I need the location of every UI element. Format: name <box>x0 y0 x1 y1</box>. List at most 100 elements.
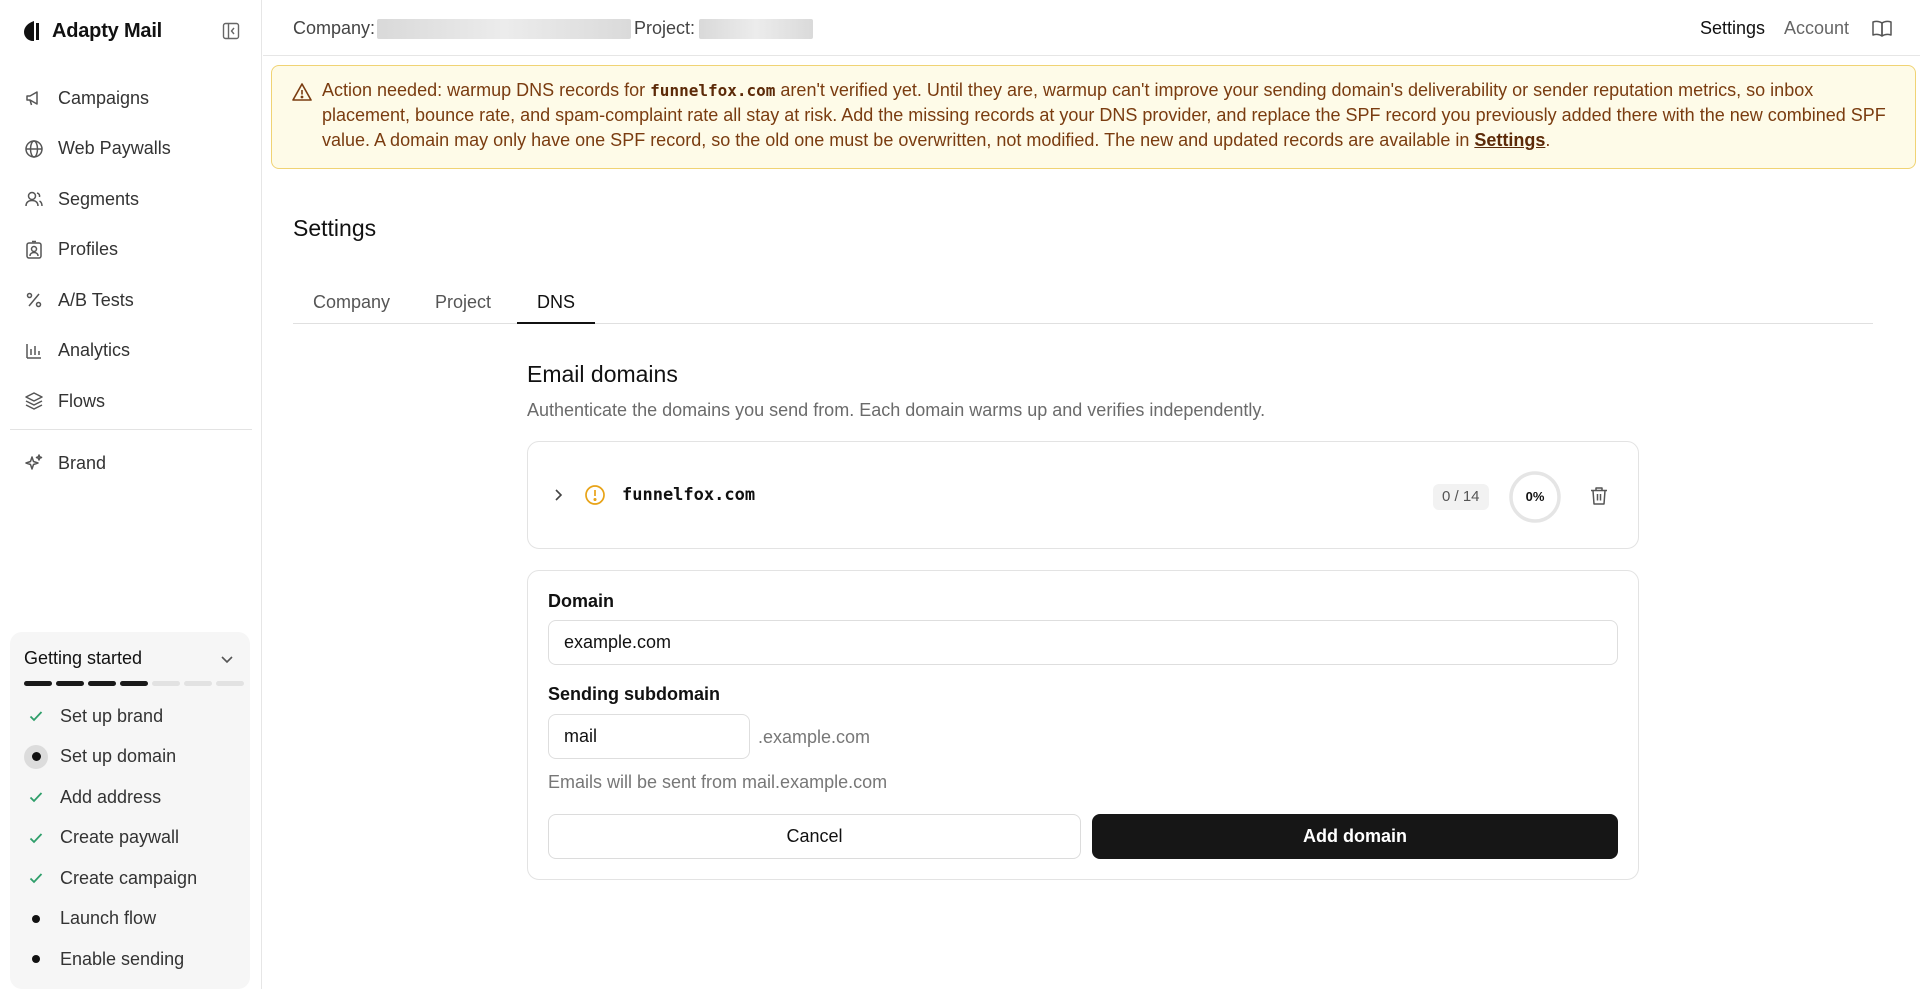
step-label: Add address <box>60 786 162 807</box>
sparkles-icon <box>25 454 43 470</box>
check-icon <box>24 866 48 890</box>
alert-domain: funnelfox.com <box>650 81 776 100</box>
sidebar-item-profiles[interactable]: Profiles <box>10 225 252 276</box>
profile-card-icon <box>26 240 42 259</box>
step-label: Create paywall <box>60 827 180 848</box>
tab-company[interactable]: Company <box>293 292 410 324</box>
warning-circle-icon <box>585 485 605 505</box>
email-domains-title: Email domains <box>527 361 678 387</box>
getting-started-header[interactable]: Getting started <box>24 648 236 669</box>
todo-dot-icon <box>24 907 48 931</box>
check-icon <box>24 785 48 809</box>
top-bar: Company: Project: Settings Account <box>263 0 1920 56</box>
warmup-progress-label: 0% <box>1525 489 1545 504</box>
globe-icon <box>25 140 43 158</box>
step-label: Set up domain <box>60 746 177 767</box>
chevron-down-icon[interactable] <box>218 650 236 668</box>
layers-icon <box>25 392 43 410</box>
sidebar-item-flows[interactable]: Flows <box>10 376 252 427</box>
subdomain-label: Sending subdomain <box>548 684 721 704</box>
step-label: Launch flow <box>60 908 157 929</box>
sidebar-item-label: Web Paywalls <box>58 138 171 159</box>
subdomain-input[interactable] <box>548 714 750 759</box>
sidebar-item-label: Campaigns <box>58 87 150 108</box>
sidebar-item-campaigns[interactable]: Campaigns <box>10 73 252 124</box>
getting-started-panel: Getting started Set up brand Set up doma… <box>10 632 250 989</box>
sidebar-item-label: Analytics <box>58 340 131 361</box>
sidebar-item-label: Profiles <box>58 239 119 260</box>
step-create-paywall[interactable]: Create paywall <box>18 818 242 859</box>
progress-segment <box>120 681 148 686</box>
bar-chart-icon <box>26 343 41 359</box>
sidebar-item-brand[interactable]: Brand <box>10 438 252 489</box>
progress-segment <box>216 681 244 686</box>
page-title: Settings <box>293 215 377 241</box>
domain-input[interactable] <box>548 620 1618 665</box>
account-link[interactable]: Account <box>1784 18 1849 39</box>
progress-segment <box>184 681 212 686</box>
step-label: Enable sending <box>60 948 185 969</box>
getting-started-progress <box>24 681 244 686</box>
alert-suffix: . <box>1545 130 1551 150</box>
alert-settings-link[interactable]: Settings <box>1474 130 1545 150</box>
users-icon <box>25 192 43 207</box>
brand-logo-link[interactable]: Adapty Mail <box>22 16 162 46</box>
current-step-dot-icon <box>24 744 48 769</box>
records-count-badge: 0 / 14 <box>1433 484 1489 510</box>
company-label: Company: <box>293 18 376 38</box>
add-domain-form: Domain Sending subdomain .example.com Em… <box>527 570 1639 880</box>
sidebar-collapse-icon <box>222 22 240 40</box>
todo-dot-icon <box>24 947 48 971</box>
sidebar-item-label: A/B Tests <box>58 289 134 310</box>
check-icon <box>24 704 48 728</box>
domain-row[interactable]: funnelfox.com 0 / 14 0% <box>527 441 1639 549</box>
domain-name: funnelfox.com <box>622 485 756 505</box>
progress-segment <box>56 681 84 686</box>
secondary-nav: Brand <box>10 438 252 489</box>
sidebar-item-web-paywalls[interactable]: Web Paywalls <box>10 124 252 175</box>
progress-segment <box>152 681 180 686</box>
step-create-campaign[interactable]: Create campaign <box>18 858 242 899</box>
sidebar: Adapty Mail Campaigns Web Paywalls Segme… <box>0 0 262 989</box>
sending-address-hint: Emails will be sent from mail.example.co… <box>548 772 888 792</box>
settings-link[interactable]: Settings <box>1700 18 1765 39</box>
step-add-address[interactable]: Add address <box>18 777 242 818</box>
sidebar-item-analytics[interactable]: Analytics <box>10 326 252 377</box>
percent-icon <box>26 293 42 308</box>
step-label: Set up brand <box>60 705 164 726</box>
sidebar-item-ab-tests[interactable]: A/B Tests <box>10 275 252 326</box>
email-domains-subtitle: Authenticate the domains you send from. … <box>527 400 1266 420</box>
progress-segment <box>88 681 116 686</box>
sidebar-item-label: Segments <box>58 188 140 209</box>
chevron-right-icon[interactable] <box>550 487 566 503</box>
company-selector[interactable] <box>377 19 631 39</box>
cancel-button[interactable]: Cancel <box>548 814 1081 859</box>
step-enable-sending[interactable]: Enable sending <box>18 939 242 980</box>
megaphone-icon <box>26 91 38 106</box>
sidebar-item-label: Flows <box>58 390 106 411</box>
sidebar-item-segments[interactable]: Segments <box>10 174 252 225</box>
nav-divider <box>10 429 252 430</box>
step-set-up-domain[interactable]: Set up domain <box>18 737 242 778</box>
alert-prefix: Action needed: warmup DNS records for <box>322 80 646 100</box>
getting-started-steps: Set up brand Set up domain Add address C… <box>18 696 242 980</box>
sidebar-item-label: Brand <box>58 452 107 473</box>
step-label: Create campaign <box>60 867 198 888</box>
adapty-logo-icon <box>24 21 39 41</box>
project-selector[interactable] <box>699 19 813 39</box>
project-label: Project: <box>634 18 696 38</box>
step-set-up-brand[interactable]: Set up brand <box>18 696 242 737</box>
app-name: Adapty Mail <box>52 19 163 42</box>
settings-tabs: Company Project DNS <box>293 286 1873 324</box>
book-icon[interactable] <box>1871 18 1893 40</box>
check-icon <box>24 826 48 850</box>
add-domain-button[interactable]: Add domain <box>1092 814 1618 859</box>
subdomain-suffix: .example.com <box>758 727 871 747</box>
dns-warning-alert: Action needed: warmup DNS records for fu… <box>271 65 1916 169</box>
domain-label: Domain <box>548 591 615 611</box>
tab-project[interactable]: Project <box>415 292 511 324</box>
step-launch-flow[interactable]: Launch flow <box>18 899 242 940</box>
collapse-sidebar-button[interactable] <box>220 20 242 42</box>
trash-icon[interactable] <box>1588 485 1610 507</box>
tab-dns[interactable]: DNS <box>517 292 596 324</box>
